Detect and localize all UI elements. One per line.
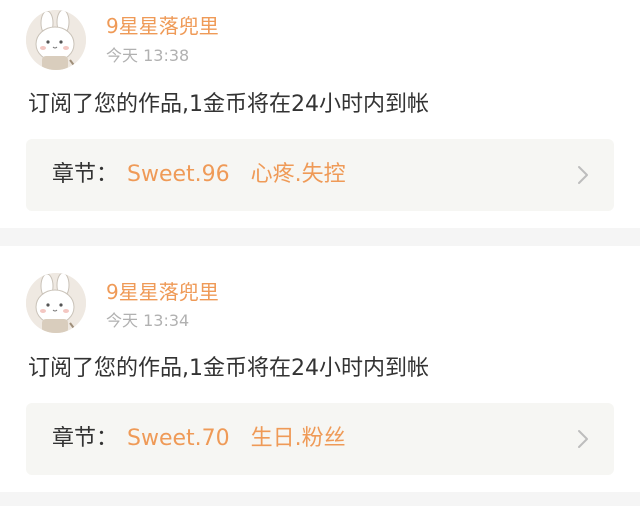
notification-card: 9星星落兜里 今天 13:38 订阅了您的作品,1金币将在24小时内到帐 章节：… xyxy=(0,0,640,228)
username[interactable]: 9星星落兜里 xyxy=(106,280,219,304)
avatar[interactable] xyxy=(26,10,86,70)
chapter-label: 章节： xyxy=(52,162,119,187)
timestamp: 今天 13:34 xyxy=(106,311,190,330)
card-separator xyxy=(0,492,640,506)
chapter-link[interactable]: 章节： Sweet.96 心疼.失控 xyxy=(26,139,614,211)
bunny-avatar-icon xyxy=(26,10,86,70)
chapter-title: Sweet.96 心疼.失控 xyxy=(127,162,346,187)
chapter-label: 章节： xyxy=(52,426,119,451)
card-separator xyxy=(0,228,640,246)
timestamp: 今天 13:38 xyxy=(106,46,190,65)
notification-message: 订阅了您的作品,1金币将在24小时内到帐 xyxy=(28,92,429,117)
chapter-title: Sweet.70 生日.粉丝 xyxy=(127,426,346,451)
username[interactable]: 9星星落兜里 xyxy=(106,14,219,38)
avatar[interactable] xyxy=(26,273,86,333)
chapter-link[interactable]: 章节： Sweet.70 生日.粉丝 xyxy=(26,403,614,475)
notification-message: 订阅了您的作品,1金币将在24小时内到帐 xyxy=(28,356,429,381)
chevron-right-icon xyxy=(578,166,588,184)
chevron-right-icon xyxy=(578,430,588,448)
bunny-avatar-icon xyxy=(26,273,86,333)
